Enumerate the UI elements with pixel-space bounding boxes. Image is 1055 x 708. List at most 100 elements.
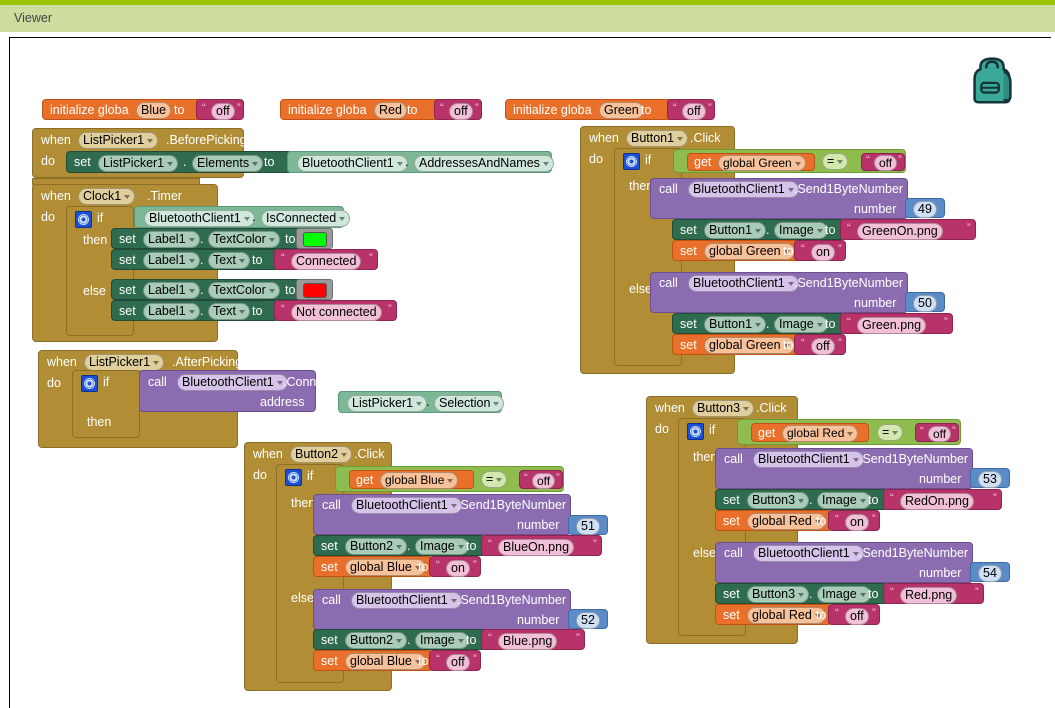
call-send1bytenumber-49[interactable]: call BluetoothClient1 .Send1ByteNumber n… — [650, 178, 908, 219]
number-value-field[interactable]: 52 — [576, 612, 600, 629]
property-dropdown[interactable]: Image — [415, 632, 469, 649]
component-dropdown[interactable]: BluetoothClient1 — [753, 451, 864, 468]
component-dropdown[interactable]: Button2 — [290, 446, 352, 463]
component-dropdown[interactable]: Button1 — [704, 316, 766, 333]
chevron-down-icon[interactable] — [269, 238, 275, 242]
init-global-red-block[interactable]: initialize globa Red to — [280, 99, 440, 120]
chevron-down-icon[interactable] — [244, 217, 250, 221]
setter-button1-image-greenon[interactable]: set Button1 . Image to — [672, 219, 845, 240]
component-dropdown[interactable]: Button1 — [626, 130, 688, 147]
setter-label1-text-connected[interactable]: set Label1 . Text to — [111, 249, 279, 270]
chevron-down-icon[interactable] — [860, 499, 866, 503]
text-block-green-png[interactable]: “ Green.png ” — [840, 313, 953, 334]
chevron-down-icon[interactable] — [788, 282, 794, 286]
chevron-down-icon[interactable] — [396, 545, 402, 549]
component-dropdown[interactable]: BluetoothClient1 — [177, 374, 288, 391]
property-dropdown[interactable]: Image — [817, 492, 871, 509]
text-block-redon-png[interactable]: “ RedOn.png ” — [883, 489, 1002, 510]
chevron-down-icon[interactable] — [798, 499, 804, 503]
setter-label1-textcolor-connected[interactable]: set Label1 . TextColor to — [111, 228, 315, 249]
text-value-field[interactable]: GreenOn.png — [857, 223, 943, 240]
property-dropdown[interactable]: Image — [817, 586, 871, 603]
chevron-down-icon[interactable] — [239, 310, 245, 314]
getter-global-blue[interactable]: get global Blue — [349, 470, 474, 489]
text-block-connected[interactable]: “ Connected ” — [274, 249, 378, 270]
component-dropdown[interactable]: ListPicker1 — [98, 155, 178, 172]
chevron-down-icon[interactable] — [339, 217, 345, 221]
chevron-down-icon[interactable] — [755, 323, 761, 327]
text-block-blue-init[interactable]: “ off ” — [196, 99, 244, 120]
text-block-off-blue[interactable]: “ off ” — [429, 650, 481, 671]
component-dropdown[interactable]: BluetoothClient1 — [688, 181, 799, 198]
blocks-canvas[interactable]: initialize globa Blue to “ off ” initial… — [9, 37, 1051, 708]
text-block-on-blue[interactable]: “ on ” — [429, 556, 481, 577]
chevron-down-icon[interactable] — [277, 381, 283, 385]
chevron-down-icon[interactable] — [496, 478, 502, 482]
color-swatch[interactable] — [303, 232, 327, 247]
control-if-then-afterpicking[interactable]: if then — [72, 370, 140, 438]
setter-global-blue-off[interactable]: set global Blue to — [313, 650, 433, 671]
color-block-green[interactable] — [296, 228, 333, 249]
component-dropdown[interactable]: ListPicker1 — [78, 132, 158, 149]
operator-dropdown[interactable]: = — [822, 153, 848, 170]
chevron-down-icon[interactable] — [189, 238, 195, 242]
number-value-field[interactable]: 53 — [978, 471, 1002, 488]
global-name-field[interactable]: Green — [599, 102, 644, 119]
call-bluetoothclient1-connect[interactable]: call BluetoothClient1 .Connect address — [139, 370, 316, 412]
text-block-off-green[interactable]: “ off ” — [794, 334, 846, 355]
setter-global-green-on[interactable]: set global Green to — [672, 240, 800, 261]
getter-bluetoothclient1-isconnected[interactable]: BluetoothClient1 . IsConnected — [134, 206, 344, 228]
component-dropdown[interactable]: Label1 — [143, 231, 200, 248]
chevron-down-icon[interactable] — [189, 259, 195, 263]
chevron-down-icon[interactable] — [743, 407, 749, 411]
chevron-down-icon[interactable] — [817, 323, 823, 327]
text-block-notconnected[interactable]: “ Not connected ” — [274, 300, 397, 321]
text-value-field[interactable]: Connected — [291, 253, 361, 270]
component-dropdown[interactable]: BluetoothClient1 — [144, 210, 255, 227]
text-value-field[interactable]: BlueOn.png — [498, 539, 574, 556]
call-send1bytenumber-51[interactable]: call BluetoothClient1 .Send1ByteNumber n… — [313, 494, 571, 535]
setter-button3-image-redon[interactable]: set Button3 . Image to — [715, 489, 888, 510]
chevron-down-icon[interactable] — [847, 432, 853, 436]
property-dropdown[interactable]: AddressesAndNames — [414, 155, 554, 172]
getter-global-red[interactable]: get global Red — [751, 423, 869, 442]
number-value-field[interactable]: 51 — [576, 518, 600, 535]
chevron-down-icon[interactable] — [189, 289, 195, 293]
text-block-off-button1[interactable]: “ off ” — [861, 153, 905, 171]
component-dropdown[interactable]: ListPicker1 — [347, 395, 427, 412]
color-block-red[interactable] — [296, 279, 333, 300]
component-dropdown[interactable]: Button3 — [747, 492, 809, 509]
text-block-greenon-png[interactable]: “ GreenOn.png ” — [840, 219, 976, 240]
text-value-field[interactable]: Red.png — [900, 587, 957, 604]
chevron-down-icon[interactable] — [451, 504, 457, 508]
chevron-down-icon[interactable] — [447, 479, 453, 483]
text-value-field[interactable]: off — [928, 426, 951, 442]
text-block-red-init[interactable]: “ off ” — [434, 99, 482, 120]
getter-listpicker1-selection[interactable]: ListPicker1 . Selection — [338, 391, 502, 413]
text-value-field[interactable]: off — [211, 103, 235, 120]
setter-global-blue-on[interactable]: set global Blue to — [313, 556, 433, 577]
property-dropdown[interactable]: Image — [774, 222, 828, 239]
text-value-field[interactable]: off — [449, 103, 473, 120]
chevron-down-icon[interactable] — [239, 259, 245, 263]
call-send1bytenumber-50[interactable]: call BluetoothClient1 .Send1ByteNumber n… — [650, 272, 908, 313]
chevron-down-icon[interactable] — [798, 593, 804, 597]
text-value-field[interactable]: Not connected — [291, 304, 382, 321]
chevron-down-icon[interactable] — [147, 139, 153, 143]
component-dropdown[interactable]: BluetoothClient1 — [688, 275, 799, 292]
setter-global-red-off[interactable]: set global Red to — [715, 604, 832, 625]
number-value-field[interactable]: 54 — [978, 565, 1002, 582]
chevron-down-icon[interactable] — [543, 162, 549, 166]
text-value-field[interactable]: off — [682, 103, 706, 120]
component-dropdown[interactable]: Label1 — [143, 252, 200, 269]
chevron-down-icon[interactable] — [397, 162, 403, 166]
chevron-down-icon[interactable] — [853, 552, 859, 556]
gear-icon[interactable] — [623, 153, 640, 170]
gear-icon[interactable] — [285, 469, 302, 486]
chevron-down-icon[interactable] — [837, 160, 843, 164]
property-dropdown[interactable]: Text — [208, 303, 250, 320]
compare-equals-button2[interactable]: get global Blue = “ off ” — [335, 466, 564, 492]
text-block-on-green[interactable]: “ on ” — [794, 240, 846, 261]
component-dropdown[interactable]: Clock1 — [78, 188, 135, 205]
gear-icon[interactable] — [687, 423, 704, 440]
